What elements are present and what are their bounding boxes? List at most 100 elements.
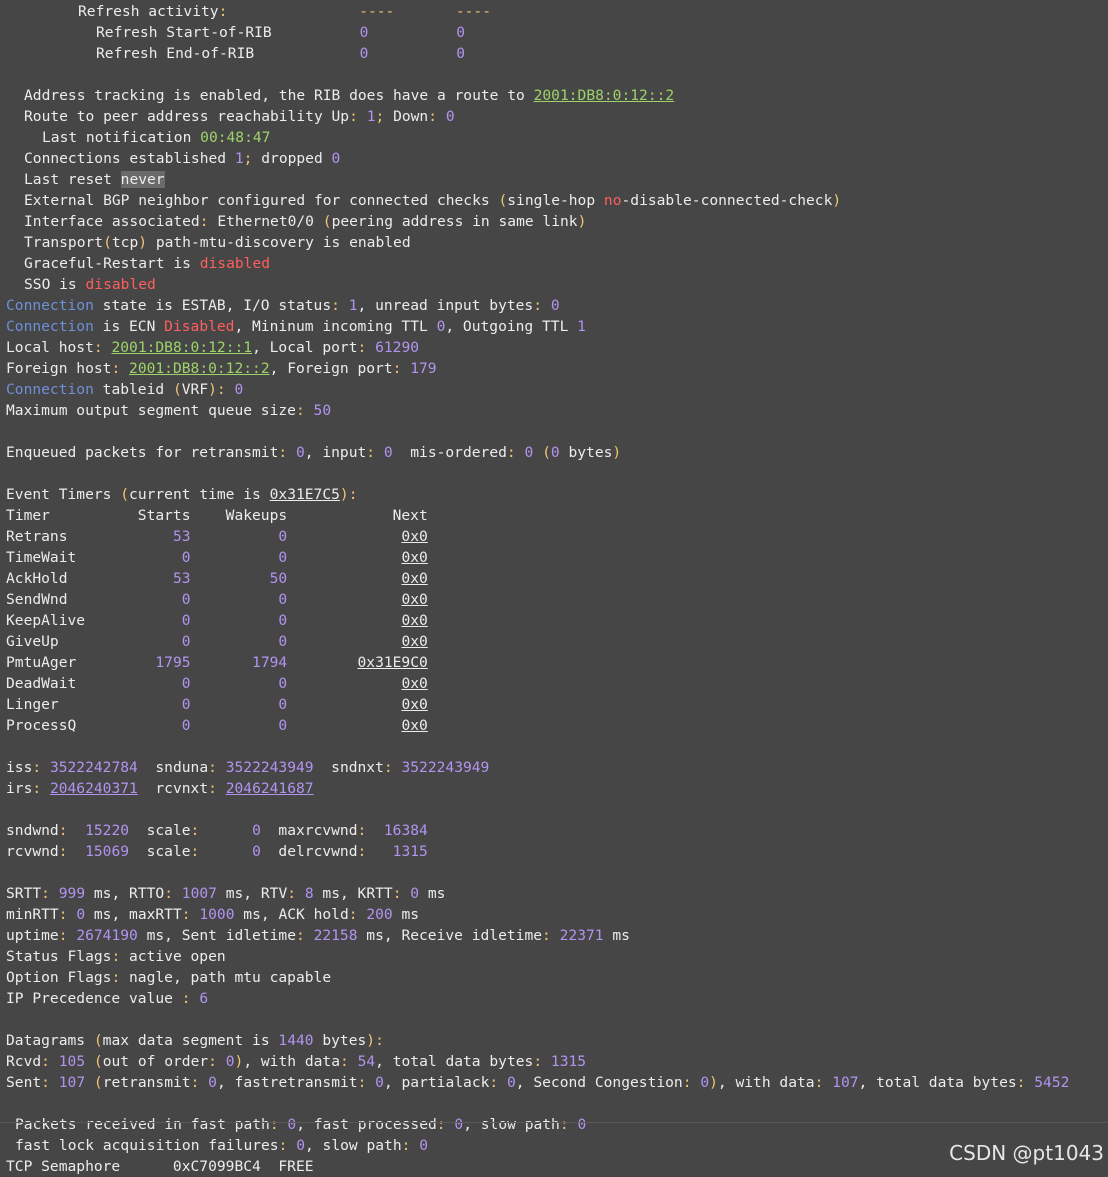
text-segment: Address tracking is enabled, the RIB doe… <box>24 87 534 104</box>
string-value: 00:48:47 <box>200 129 271 146</box>
number-value: 0 <box>295 444 305 461</box>
number-value: 0 <box>278 696 288 713</box>
number-link: 2046240371 <box>49 780 138 797</box>
punctuation: : <box>366 444 376 461</box>
text-segment <box>287 570 401 587</box>
text-segment: , partialack <box>383 1074 490 1091</box>
terminal-line: KeepAlive 0 0 0x0 <box>6 610 428 631</box>
number-value: 0 <box>278 528 288 545</box>
text-segment <box>366 843 392 860</box>
punctuation: : <box>436 1116 446 1133</box>
punctuation: : <box>295 402 305 419</box>
number-value: 61290 <box>375 339 420 356</box>
terminal-line: Interface associated: Ethernet0/0 (peeri… <box>24 211 586 232</box>
number-value: 0 <box>524 444 534 461</box>
punctuation: : <box>181 990 191 1007</box>
punctuation: ( <box>542 444 551 461</box>
number-value: 0 <box>506 1074 516 1091</box>
text-segment: uptime <box>6 927 59 944</box>
text-segment: TimeWait <box>6 549 182 566</box>
punctuation: : <box>682 1074 692 1091</box>
number-value: 22371 <box>559 927 604 944</box>
number-value: 107 <box>832 1074 859 1091</box>
text-segment: Event Timers <box>6 486 121 503</box>
terminal-line: Retrans 53 0 0x0 <box>6 526 428 547</box>
number-value: 0 <box>577 1116 587 1133</box>
punctuation: : <box>111 948 121 965</box>
punctuation: : <box>164 885 173 902</box>
number-value: 1 <box>577 318 586 335</box>
terminal-line: Maximum output segment queue size: 50 <box>6 400 331 421</box>
hex-value-link: 0x31E9C0 <box>357 654 428 671</box>
terminal-line: minRTT: 0 ms, maxRTT: 1000 ms, ACK hold:… <box>6 904 419 925</box>
terminal-line: Transport(tcp) path-mtu-discovery is ena… <box>24 232 411 253</box>
text-segment <box>1025 1074 1034 1091</box>
text-segment: , fast processed <box>296 1116 437 1133</box>
number-value: 1315 <box>550 1053 587 1070</box>
text-segment: GiveUp <box>6 633 182 650</box>
terminal-line: uptime: 2674190 ms, Sent idletime: 22158… <box>6 925 630 946</box>
number-value: 53 <box>172 570 191 587</box>
text-segment <box>305 927 314 944</box>
punctuation: : <box>489 1074 499 1091</box>
punctuation: ) <box>339 486 349 503</box>
text-segment <box>401 360 410 377</box>
text-segment: Maximum output segment queue size <box>6 402 296 419</box>
punctuation: : <box>533 1053 543 1070</box>
text-segment: single-hop <box>507 192 604 209</box>
keyword-blue: Connection <box>6 381 94 398</box>
terminal-line: Timer Starts Wakeups Next <box>6 505 428 526</box>
punctuation: : <box>199 213 209 230</box>
number-value: 50 <box>313 402 332 419</box>
number-value: 0 <box>331 150 341 167</box>
text-segment <box>199 843 252 860</box>
terminal-line: Address tracking is enabled, the RIB doe… <box>24 85 674 106</box>
text-segment <box>191 654 253 671</box>
terminal-line: Connection is ECN Disabled, Mininum inco… <box>6 316 586 337</box>
text-segment <box>287 1137 296 1154</box>
text-segment: mis-ordered <box>392 444 507 461</box>
text-segment: out of order <box>102 1053 209 1070</box>
text-segment: , Local port <box>252 339 358 356</box>
terminal-line: Connections established 1; dropped 0 <box>24 148 340 169</box>
text-segment <box>516 444 525 461</box>
number-value: 15220 <box>85 822 130 839</box>
terminal-line: rcvwnd: 15069 scale: 0 delrcvwnd: 1315 <box>6 841 428 862</box>
text-segment <box>68 843 86 860</box>
text-segment: snduna <box>137 759 209 776</box>
number-link: 2046241687 <box>225 780 314 797</box>
text-segment: , Foreign port <box>269 360 393 377</box>
text-segment: ms, maxRTT <box>85 906 182 923</box>
text-segment <box>287 444 296 461</box>
punctuation: ) <box>577 213 587 230</box>
text-segment: maxrcvwnd <box>260 822 358 839</box>
text-segment: peering address in same link <box>331 213 578 230</box>
text-segment: bytes <box>559 444 613 461</box>
text-segment: Retrans <box>6 528 173 545</box>
text-segment <box>191 591 279 608</box>
text-segment: , input <box>304 444 367 461</box>
text-segment <box>68 906 77 923</box>
text-segment <box>287 528 401 545</box>
number-value: 0 <box>225 1053 235 1070</box>
text-segment: Graceful-Restart is <box>24 255 200 272</box>
text-segment: Rcvd <box>6 1053 42 1070</box>
text-segment <box>199 1074 208 1091</box>
text-segment: AckHold <box>6 570 173 587</box>
ipv6-address-link: 2001:DB8:0:12::2 <box>533 87 675 104</box>
punctuation: : <box>41 1053 50 1070</box>
text-segment: Linger <box>6 696 182 713</box>
number-value: 0 <box>181 675 191 692</box>
number-value: 0 <box>278 633 288 650</box>
text-segment: Datagrams <box>6 1032 94 1049</box>
text-segment: active open <box>120 948 226 965</box>
number-value: 0 <box>454 1116 464 1133</box>
number-value: 0 <box>278 612 288 629</box>
terminal-line: Connection tableid (VRF): 0 <box>6 379 243 400</box>
text-segment <box>533 444 542 461</box>
text-segment <box>191 528 279 545</box>
number-value: 1440 <box>278 1032 314 1049</box>
text-segment <box>50 1053 59 1070</box>
number-value: 0 <box>445 108 455 125</box>
punctuation: ) <box>138 234 148 251</box>
